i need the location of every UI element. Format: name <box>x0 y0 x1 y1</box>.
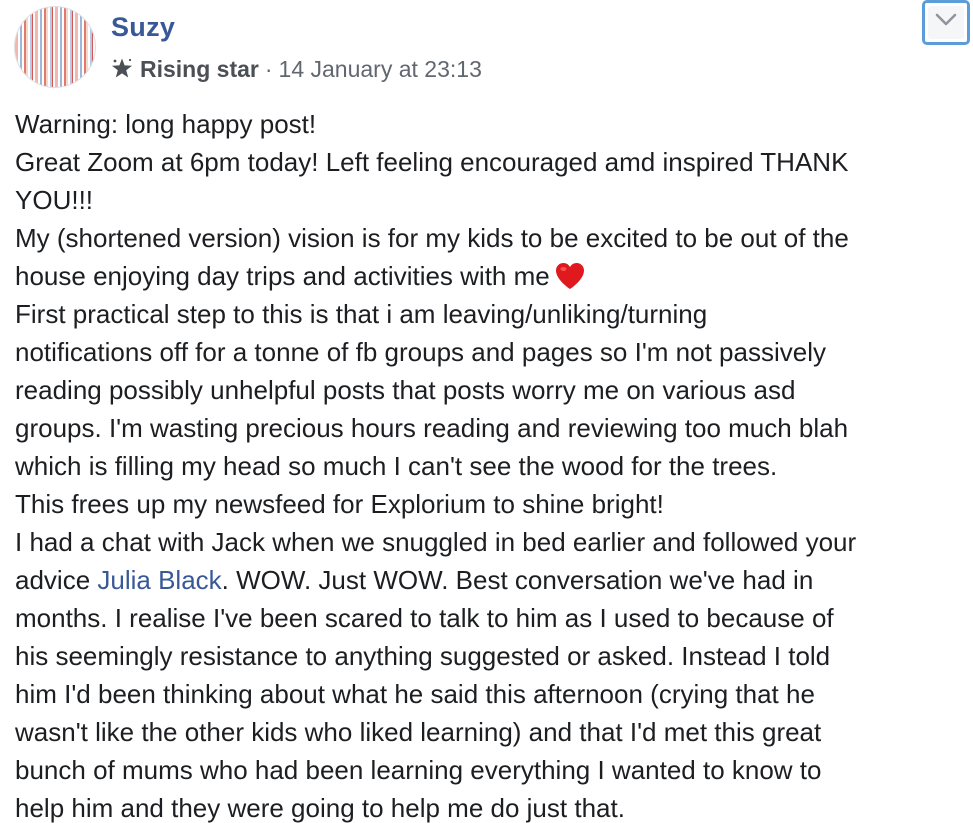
post-line: which is filling my head so much I can't… <box>15 451 778 481</box>
star-badge-icon <box>110 57 134 81</box>
post-line: YOU!!! <box>15 185 94 215</box>
post-line: months. I realise I've been scared to ta… <box>15 603 834 633</box>
post-line: groups. I'm wasting precious hours readi… <box>15 413 849 443</box>
post-line: house enjoying day trips and activities … <box>15 257 965 295</box>
post-line: notifications off for a tonne of fb grou… <box>15 337 826 367</box>
post-line: I had a chat with Jack when we snuggled … <box>15 527 857 557</box>
member-badge[interactable]: Rising star <box>140 56 259 83</box>
chevron-down-icon <box>935 13 957 32</box>
post-line: reading possibly unhelpful posts that po… <box>15 375 796 405</box>
post-body: Warning: long happy post! Great Zoom at … <box>15 105 965 823</box>
post-line-text: house enjoying day trips and activities … <box>15 261 550 291</box>
author-avatar[interactable] <box>14 6 96 88</box>
post-line: My (shortened version) vision is for my … <box>15 223 849 253</box>
post-line: This frees up my newsfeed for Explorium … <box>15 489 664 519</box>
post-line-text: . WOW. Just WOW. Best conversation we've… <box>221 565 814 595</box>
author-name[interactable]: Suzy <box>111 12 175 43</box>
post-line: First practical step to this is that i a… <box>15 299 708 329</box>
mention-link[interactable]: Julia Black <box>97 565 221 595</box>
post-timestamp[interactable]: 14 January at 23:13 <box>279 56 482 83</box>
post-meta: Rising star · 14 January at 23:13 <box>110 55 482 83</box>
post-card: Suzy Rising star · 14 January at 23:13 W… <box>0 0 973 823</box>
post-line: help him and they were going to help me … <box>15 793 625 823</box>
post-line: advice Julia Black. WOW. Just WOW. Best … <box>15 561 965 599</box>
post-line: wasn't like the other kids who liked lea… <box>15 717 822 747</box>
post-line: his seemingly resistance to anything sug… <box>15 641 831 671</box>
post-line-text: advice <box>15 565 91 595</box>
red-heart-emoji-icon <box>554 261 586 291</box>
post-line: Warning: long happy post! <box>15 109 317 139</box>
post-line: bunch of mums who had been learning ever… <box>15 755 822 785</box>
post-options-button[interactable] <box>922 0 970 45</box>
meta-separator: · <box>264 55 273 82</box>
post-line: him I'd been thinking about what he said… <box>15 679 815 709</box>
post-options-button-inner <box>928 6 964 39</box>
post-line: Great Zoom at 6pm today! Left feeling en… <box>15 147 849 177</box>
